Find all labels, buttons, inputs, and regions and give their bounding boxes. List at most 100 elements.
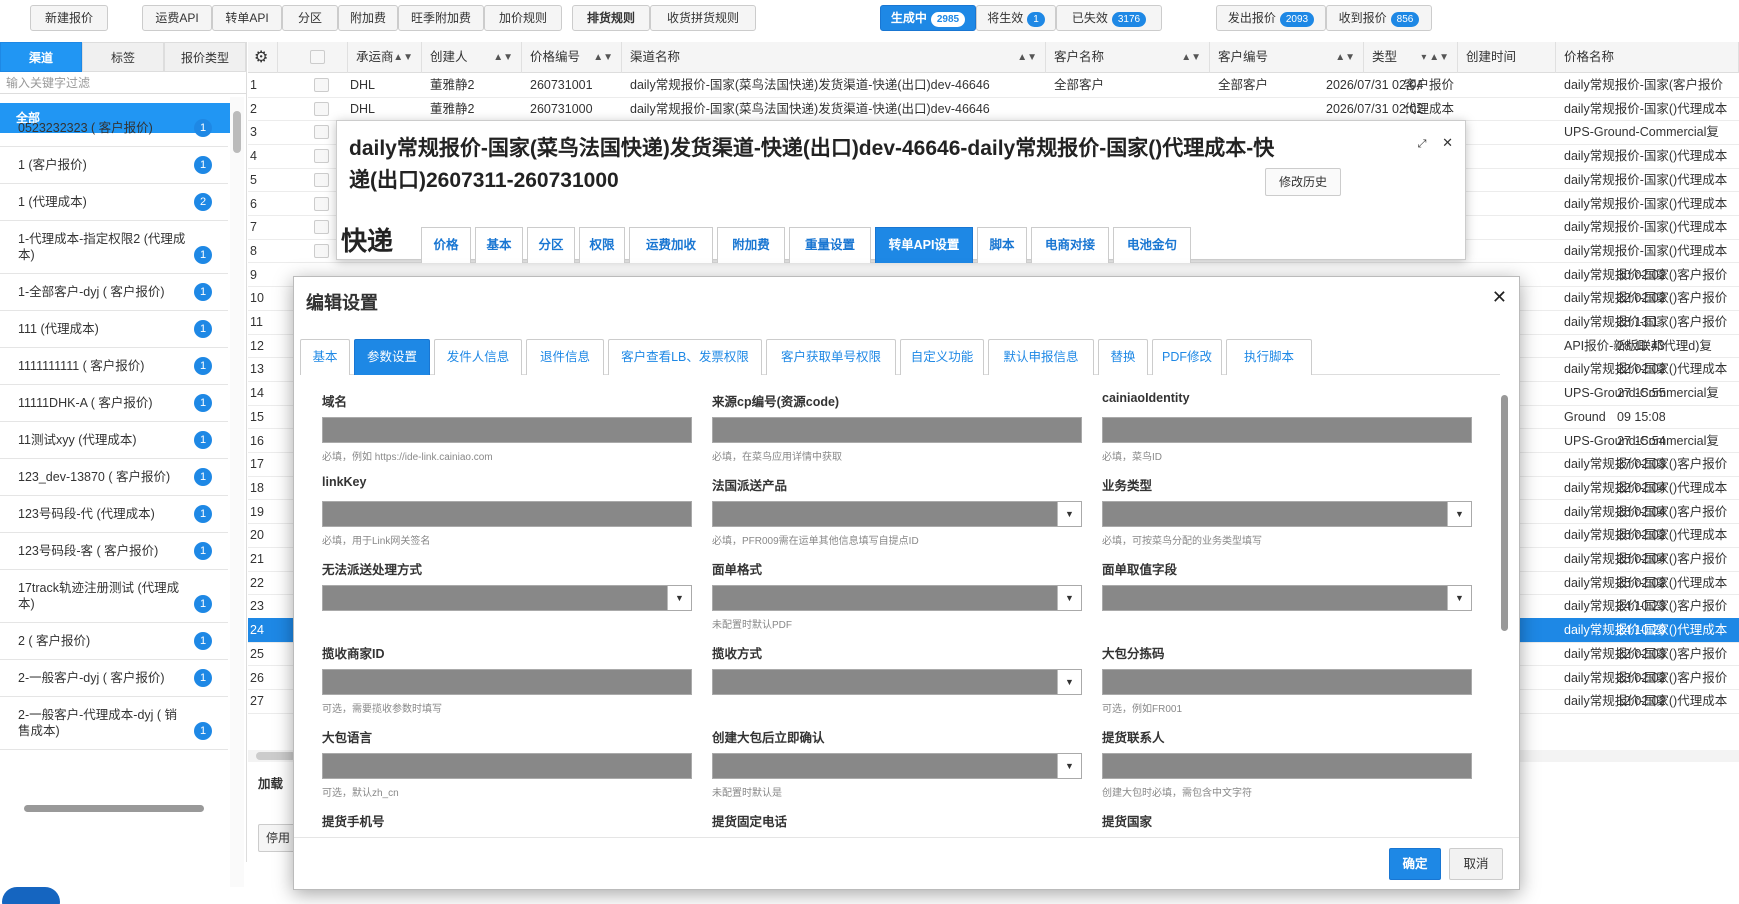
- edit-tab[interactable]: 客户获取单号权限: [766, 339, 896, 375]
- quote-tab[interactable]: 电商对接: [1031, 227, 1109, 263]
- list-item[interactable]: 1 (代理成本) 2: [0, 184, 228, 221]
- edit-tab[interactable]: 参数设置: [354, 339, 430, 375]
- expand-icon[interactable]: ⤢: [1418, 138, 1427, 150]
- field-input[interactable]: [322, 669, 692, 695]
- list-item[interactable]: 2-一般客户-dyj ( 客户报价) 1: [0, 660, 228, 697]
- chevron-down-icon[interactable]: ▼: [1057, 586, 1081, 610]
- edit-tab[interactable]: PDF修改: [1152, 339, 1222, 375]
- field-input[interactable]: [1102, 669, 1472, 695]
- status-tab-pending[interactable]: 将生效 1: [976, 5, 1056, 31]
- edit-tab[interactable]: 默认申报信息: [988, 339, 1094, 375]
- receive-consolidation-rules-button[interactable]: 收货拼货规则: [650, 5, 756, 31]
- field-input[interactable]: [1102, 417, 1472, 443]
- freight-api-button[interactable]: 运费API: [142, 5, 212, 31]
- markup-rules-button[interactable]: 加价规则: [484, 5, 562, 31]
- left-horizontal-scrollbar[interactable]: [6, 802, 226, 814]
- list-item[interactable]: 123号码段-代 (代理成本) 1: [0, 496, 228, 533]
- table-row[interactable]: 2 DHL 董雅静2 260731000 daily常规报价-国家(菜鸟法国快递)发货渠…: [248, 97, 1739, 122]
- left-vertical-scrollbar[interactable]: [230, 97, 244, 887]
- edit-tab[interactable]: 基本: [300, 339, 350, 375]
- surcharge-button[interactable]: 附加费: [338, 5, 398, 31]
- confirm-button[interactable]: 确定: [1389, 848, 1441, 880]
- list-item[interactable]: 2-一般客户-代理成本-dyj ( 销售成本) 1: [0, 697, 228, 750]
- quote-tab[interactable]: 电池金句: [1113, 227, 1191, 263]
- new-quote-button[interactable]: 新建报价: [30, 5, 108, 31]
- dialog-vertical-scrollbar[interactable]: [1499, 377, 1509, 833]
- sent-quotes-button[interactable]: 发出报价 2093: [1216, 5, 1326, 31]
- list-item[interactable]: 123号码段-客 ( 客户报价) 1: [0, 533, 228, 570]
- list-item[interactable]: 123_dev-13870 ( 客户报价) 1: [0, 459, 228, 496]
- row-checkbox[interactable]: [314, 243, 329, 258]
- consolidation-rules-button[interactable]: 排货规则: [572, 5, 650, 31]
- zone-button[interactable]: 分区: [282, 5, 338, 31]
- quote-tab[interactable]: 脚本: [977, 227, 1027, 263]
- channel-filter-input[interactable]: 输入关键字过滤: [0, 72, 246, 94]
- row-checkbox[interactable]: [314, 196, 329, 211]
- list-item[interactable]: 11111DHK-A ( 客户报价) 1: [0, 385, 228, 422]
- header-price-name[interactable]: 价格名称: [1556, 42, 1739, 73]
- stop-button[interactable]: 停用: [258, 824, 298, 852]
- field-select[interactable]: ▼: [1102, 585, 1472, 611]
- field-select[interactable]: ▼: [712, 753, 1082, 779]
- list-item[interactable]: 1 (客户报价) 1: [0, 147, 228, 184]
- quote-tab[interactable]: 基本: [475, 227, 523, 263]
- list-item[interactable]: 1111111111 ( 客户报价) 1: [0, 348, 228, 385]
- help-button[interactable]: [2, 887, 60, 904]
- select-all-checkbox[interactable]: [300, 42, 348, 73]
- header-customer-name[interactable]: 客户名称 ▲▼: [1046, 42, 1210, 73]
- header-customer-no[interactable]: 客户编号 ▲▼: [1210, 42, 1364, 73]
- list-item[interactable]: 2 ( 客户报价) 1: [0, 623, 228, 660]
- header-type[interactable]: 类型 ▾ ▲▼: [1364, 42, 1458, 73]
- quote-tab[interactable]: 附加费: [717, 227, 785, 263]
- row-checkbox[interactable]: [314, 101, 329, 116]
- field-input[interactable]: [1102, 753, 1472, 779]
- row-checkbox[interactable]: [314, 125, 329, 140]
- field-select[interactable]: ▼: [712, 501, 1082, 527]
- cancel-button[interactable]: 取消: [1449, 848, 1503, 880]
- tab-channel[interactable]: 渠道: [0, 42, 82, 72]
- header-price-no[interactable]: 价格编号 ▲▼: [522, 42, 622, 73]
- chevron-down-icon[interactable]: ▼: [1057, 754, 1081, 778]
- header-channel-name[interactable]: 渠道名称 ▲▼: [622, 42, 1046, 73]
- field-input[interactable]: [322, 417, 692, 443]
- list-item[interactable]: 0523232323 ( 客户报价) 1: [0, 110, 228, 147]
- chevron-down-icon[interactable]: ▼: [667, 586, 691, 610]
- list-item[interactable]: 1-代理成本-指定权限2 (代理成本) 1: [0, 221, 228, 274]
- list-item[interactable]: 11测试xyy (代理成本) 1: [0, 422, 228, 459]
- edit-tab[interactable]: 执行脚本: [1226, 339, 1312, 375]
- received-quotes-button[interactable]: 收到报价 856: [1326, 5, 1432, 31]
- chevron-down-icon[interactable]: ▼: [1447, 586, 1471, 610]
- field-input[interactable]: [712, 417, 1082, 443]
- transfer-api-button[interactable]: 转单API: [212, 5, 282, 31]
- header-creator[interactable]: 创建人 ▲▼: [422, 42, 522, 73]
- field-select[interactable]: ▼: [712, 669, 1082, 695]
- edit-tab[interactable]: 发件人信息: [434, 339, 522, 375]
- quote-tab[interactable]: 运费加收: [629, 227, 713, 263]
- chevron-down-icon[interactable]: ▼: [1057, 502, 1081, 526]
- tab-label[interactable]: 标签: [82, 42, 164, 72]
- peak-surcharge-button[interactable]: 旺季附加费: [398, 5, 484, 31]
- header-created[interactable]: 创建时间: [1458, 42, 1556, 73]
- header-carrier[interactable]: 承运商 ▲▼: [348, 42, 422, 73]
- quote-tab[interactable]: 重量设置: [789, 227, 871, 263]
- quote-tab[interactable]: 权限: [579, 227, 625, 263]
- row-checkbox[interactable]: [314, 78, 329, 92]
- field-select[interactable]: ▼: [322, 585, 692, 611]
- modify-history-button[interactable]: 修改历史: [1265, 168, 1341, 196]
- tab-quote-type[interactable]: 报价类型: [164, 42, 246, 72]
- row-checkbox[interactable]: [314, 220, 329, 235]
- status-tab-generating[interactable]: 生成中 2985: [880, 5, 976, 31]
- list-item[interactable]: 111 (代理成本) 1: [0, 311, 228, 348]
- close-icon[interactable]: ✕: [1492, 287, 1507, 308]
- field-select[interactable]: ▼: [1102, 501, 1472, 527]
- table-row[interactable]: 1 DHL 董雅静2 260731001 daily常规报价-国家(菜鸟法国快递)发货渠…: [248, 73, 1739, 98]
- edit-tab[interactable]: 客户查看LB、发票权限: [608, 339, 762, 375]
- quote-tab[interactable]: 分区: [527, 227, 575, 263]
- field-select[interactable]: ▼: [712, 585, 1082, 611]
- edit-tab[interactable]: 退件信息: [526, 339, 604, 375]
- edit-tab[interactable]: 替换: [1098, 339, 1148, 375]
- chevron-down-icon[interactable]: ▼: [1057, 670, 1081, 694]
- list-item[interactable]: 17track轨迹注册测试 (代理成本) 1: [0, 570, 228, 623]
- row-checkbox[interactable]: [314, 172, 329, 187]
- quote-tab[interactable]: 转单API设置: [875, 227, 973, 263]
